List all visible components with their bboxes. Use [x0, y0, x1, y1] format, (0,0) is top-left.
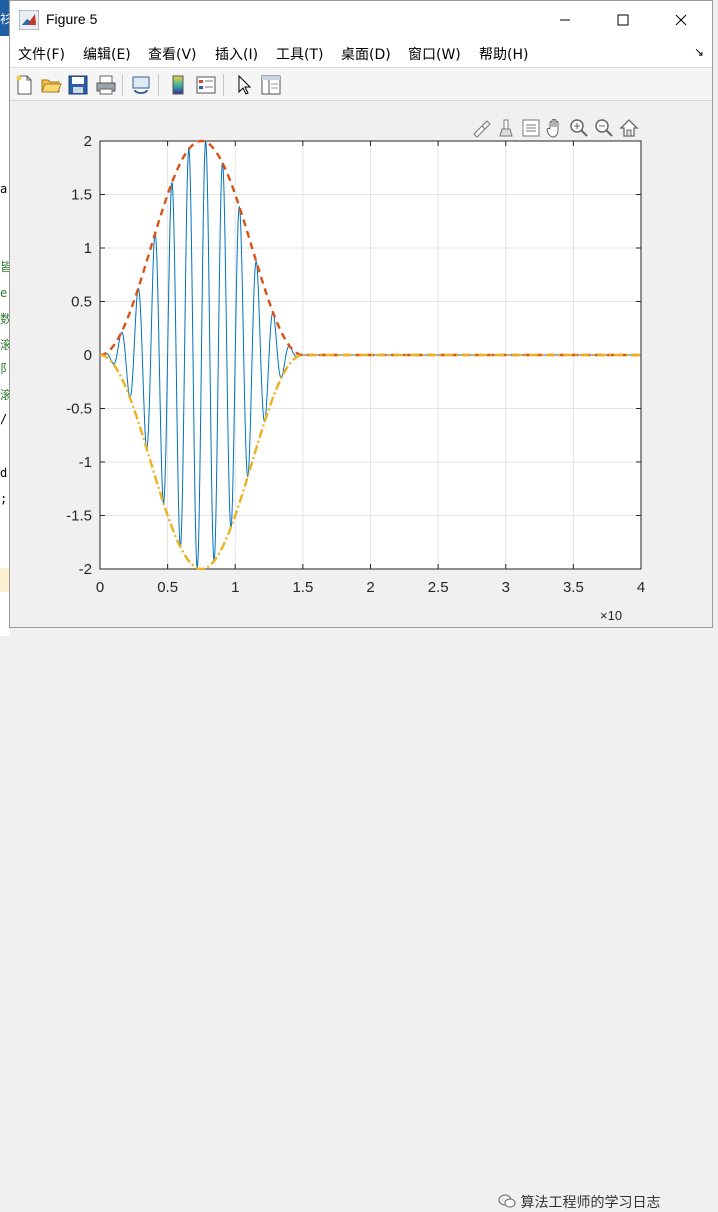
plot-axes[interactable]: 0 0.5 1 1.5 2 2.5 3 3.5 4-2-1.5-1-0.500.511.52×1…: [0, 0, 718, 636]
y-tick-label: -0.5: [66, 401, 92, 418]
window-footer: 算法工程师的学习日志: [0, 594, 718, 1211]
watermark-label: 算法工程师的学习日志: [520, 1195, 661, 1211]
y-tick-label: 1: [84, 240, 92, 257]
y-tick-label: -1: [79, 454, 92, 471]
y-tick-label: 0.5: [71, 294, 92, 311]
y-tick-label: 0: [84, 347, 92, 364]
y-tick-label: -1.5: [66, 508, 92, 525]
watermark-text: 算法工程师的学习日志: [498, 1192, 660, 1212]
y-tick-label: -2: [79, 561, 92, 578]
y-tick-label: 2: [84, 133, 92, 150]
wechat-icon: [498, 1194, 516, 1208]
y-tick-label: 1.5: [71, 187, 92, 204]
